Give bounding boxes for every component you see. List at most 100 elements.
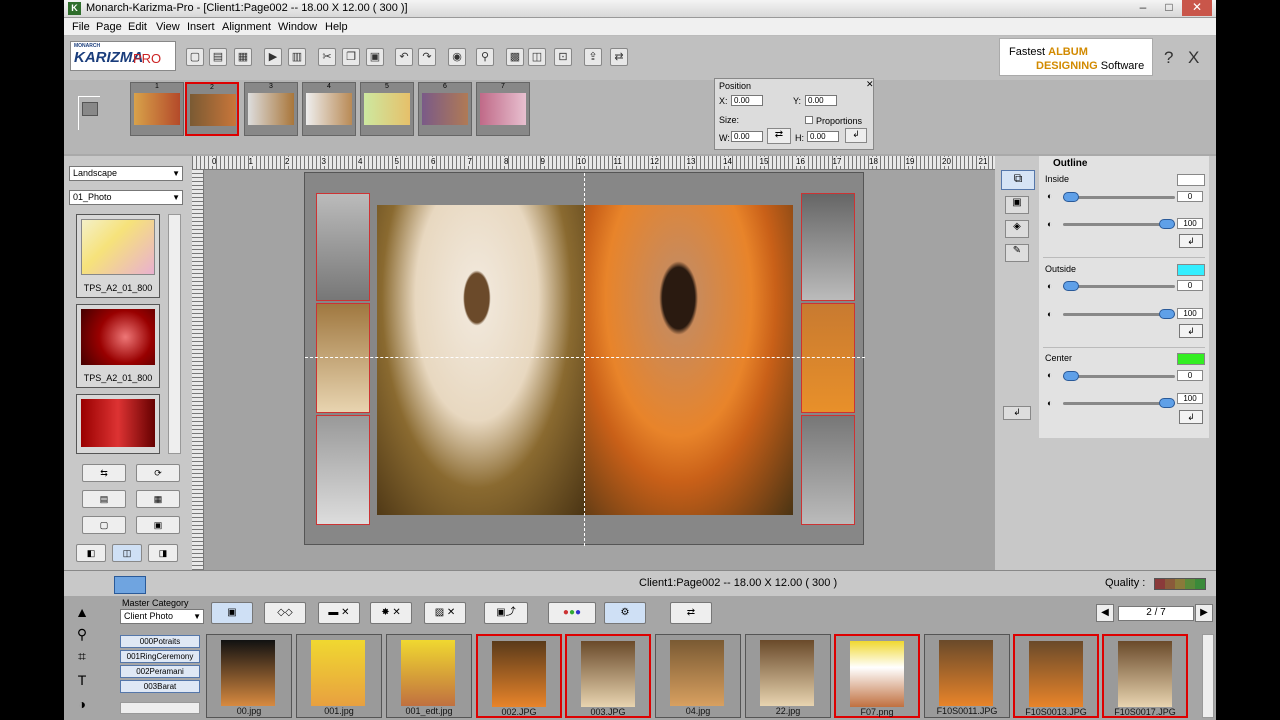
close-button[interactable]: ✕ <box>1182 0 1212 16</box>
photo-frame[interactable] <box>316 303 370 413</box>
open-icon[interactable]: ▤ <box>209 48 227 66</box>
outline-tab-icon[interactable]: ⧉ <box>1001 170 1035 190</box>
cut-icon[interactable]: ✂ <box>318 48 336 66</box>
photo-thumb[interactable]: 003.JPG <box>565 634 651 718</box>
photo-thumb[interactable]: F10S0017.JPG <box>1102 634 1188 718</box>
menu-alignment[interactable]: Alignment <box>222 21 271 33</box>
mountain-icon[interactable]: ▲ <box>72 602 92 622</box>
y-field[interactable]: 0.00 <box>805 95 837 106</box>
template-thumb[interactable]: TPS_A2_01_800 <box>76 214 160 298</box>
groom-photo[interactable] <box>377 205 585 515</box>
menu-help[interactable]: Help <box>325 21 348 33</box>
share-icon[interactable]: ⇄ <box>610 48 628 66</box>
rotate-icon[interactable]: ⟳ <box>136 464 180 482</box>
menu-page[interactable]: Page <box>96 21 122 33</box>
toggle-panel-icon[interactable] <box>114 576 146 594</box>
outside-color-swatch[interactable] <box>1177 264 1205 276</box>
effect-tab-icon[interactable]: ◈ <box>1005 220 1029 238</box>
color-dots-icon[interactable]: ●●● <box>548 602 596 624</box>
grid-icon[interactable]: ▦ <box>136 490 180 508</box>
menu-edit[interactable]: Edit <box>128 21 147 33</box>
shadow-tab-icon[interactable]: ▣ <box>1005 196 1029 214</box>
inside-apply-icon[interactable]: ↲ <box>1179 234 1203 248</box>
lock-icon[interactable]: ⊡ <box>554 48 572 66</box>
camera-icon[interactable]: ◉ <box>448 48 466 66</box>
photo-thumb[interactable]: 22.jpg <box>745 634 831 718</box>
category-item[interactable]: 000Potraits <box>120 635 200 648</box>
album-page[interactable] <box>304 172 865 546</box>
center-slider-2[interactable] <box>1063 398 1175 408</box>
category-item[interactable]: 001RingCeremony <box>120 650 200 663</box>
inside-slider-2[interactable] <box>1063 219 1175 229</box>
page-thumb-1[interactable]: 1 <box>130 82 184 136</box>
apply-size-icon[interactable]: ↲ <box>845 128 867 143</box>
crop-icon[interactable]: ⌗ <box>72 646 92 666</box>
next-page-icon[interactable]: ▶ <box>1195 604 1213 622</box>
align-center-icon[interactable]: ◫ <box>112 544 142 562</box>
paste-icon[interactable]: ▣ <box>366 48 384 66</box>
frame-icon[interactable]: ▨ ✕ <box>424 602 466 624</box>
center-slider-1[interactable] <box>1063 371 1175 381</box>
bride-photo[interactable] <box>585 205 793 515</box>
replace-icon[interactable]: ⇆ <box>82 464 126 482</box>
brush-tab-icon[interactable]: ✎ <box>1005 244 1029 262</box>
template-thumb[interactable]: TPS_A2_01_800 <box>76 304 160 388</box>
photo-frame[interactable] <box>316 415 370 525</box>
proportions-checkbox[interactable] <box>805 116 813 124</box>
menu-view[interactable]: View <box>156 21 180 33</box>
photo-thumb[interactable]: F10S0011.JPG <box>924 634 1010 718</box>
photo-thumb[interactable]: F10S0013.JPG <box>1013 634 1099 718</box>
photo-frame[interactable] <box>801 415 855 525</box>
help-icon[interactable]: ? <box>1164 48 1173 68</box>
photo-scrollbar[interactable] <box>1202 634 1214 718</box>
outside-slider-1[interactable] <box>1063 281 1175 291</box>
orientation-select[interactable]: Landscape ▼ <box>69 166 183 181</box>
photo-frame[interactable] <box>801 193 855 301</box>
align-left-icon[interactable]: ◧ <box>76 544 106 562</box>
maximize-button[interactable]: □ <box>1156 0 1182 16</box>
category-item[interactable]: 002Peramani <box>120 665 200 678</box>
split-icon[interactable]: ◫ <box>528 48 546 66</box>
apply-outline-icon[interactable]: ↲ <box>1003 406 1031 420</box>
master-category-select[interactable]: Client Photo ▼ <box>120 609 204 624</box>
page-icon[interactable]: ▢ <box>82 516 126 534</box>
play-icon[interactable]: ▶ <box>264 48 282 66</box>
inside-color-swatch[interactable] <box>1177 174 1205 186</box>
photo-mode-icon[interactable]: ▣ <box>211 602 253 624</box>
menu-insert[interactable]: Insert <box>187 21 215 33</box>
redo-icon[interactable]: ↷ <box>418 48 436 66</box>
inside-slider-1[interactable] <box>1063 192 1175 202</box>
photo-thumb[interactable]: 00.jpg <box>206 634 292 718</box>
x-field[interactable]: 0.00 <box>731 95 763 106</box>
photo-thumb[interactable]: 002.JPG <box>476 634 562 718</box>
minimize-button[interactable]: – <box>1130 0 1156 16</box>
mask-icon[interactable]: ▬ ✕ <box>318 602 360 624</box>
undo-icon[interactable]: ↶ <box>395 48 413 66</box>
category-scrollbar[interactable] <box>120 702 200 714</box>
page-thumb-7[interactable]: 7 <box>476 82 530 136</box>
center-apply-icon[interactable]: ↲ <box>1179 410 1203 424</box>
fit-icon[interactable]: ▩ <box>506 48 524 66</box>
menu-file[interactable]: File <box>72 21 90 33</box>
export-photo-icon[interactable]: ▣⤴ <box>484 602 528 624</box>
new-icon[interactable]: ▢ <box>186 48 204 66</box>
category-item[interactable]: 003Barat <box>120 680 200 693</box>
design-canvas[interactable]: 0 1 2 3 4 5 6 7 8 9 10 11 12 13 14 15 16 17 18 19 20 21 <box>192 156 995 570</box>
page-thumb-6[interactable]: 6 <box>418 82 472 136</box>
close-panel-icon[interactable]: X <box>1188 48 1199 68</box>
prev-page-icon[interactable]: ◀ <box>1096 604 1114 622</box>
photo-thumb[interactable]: F07.png <box>834 634 920 718</box>
center-color-swatch[interactable] <box>1177 353 1205 365</box>
shapes-icon[interactable]: ◑ <box>72 694 92 714</box>
page-thumb-4[interactable]: 4 <box>302 82 356 136</box>
arrange-icon[interactable]: ▣ <box>136 516 180 534</box>
page-thumb-3[interactable]: 3 <box>244 82 298 136</box>
film-icon[interactable]: ▥ <box>288 48 306 66</box>
copy-icon[interactable]: ❐ <box>342 48 360 66</box>
export-icon[interactable]: ⇪ <box>584 48 602 66</box>
photo-thumb[interactable]: 04.jpg <box>655 634 741 718</box>
photo-frame[interactable] <box>801 303 855 413</box>
photo-thumb[interactable]: 001.jpg <box>296 634 382 718</box>
outside-slider-2[interactable] <box>1063 309 1175 319</box>
position-close-icon[interactable]: ✕ <box>866 79 874 90</box>
